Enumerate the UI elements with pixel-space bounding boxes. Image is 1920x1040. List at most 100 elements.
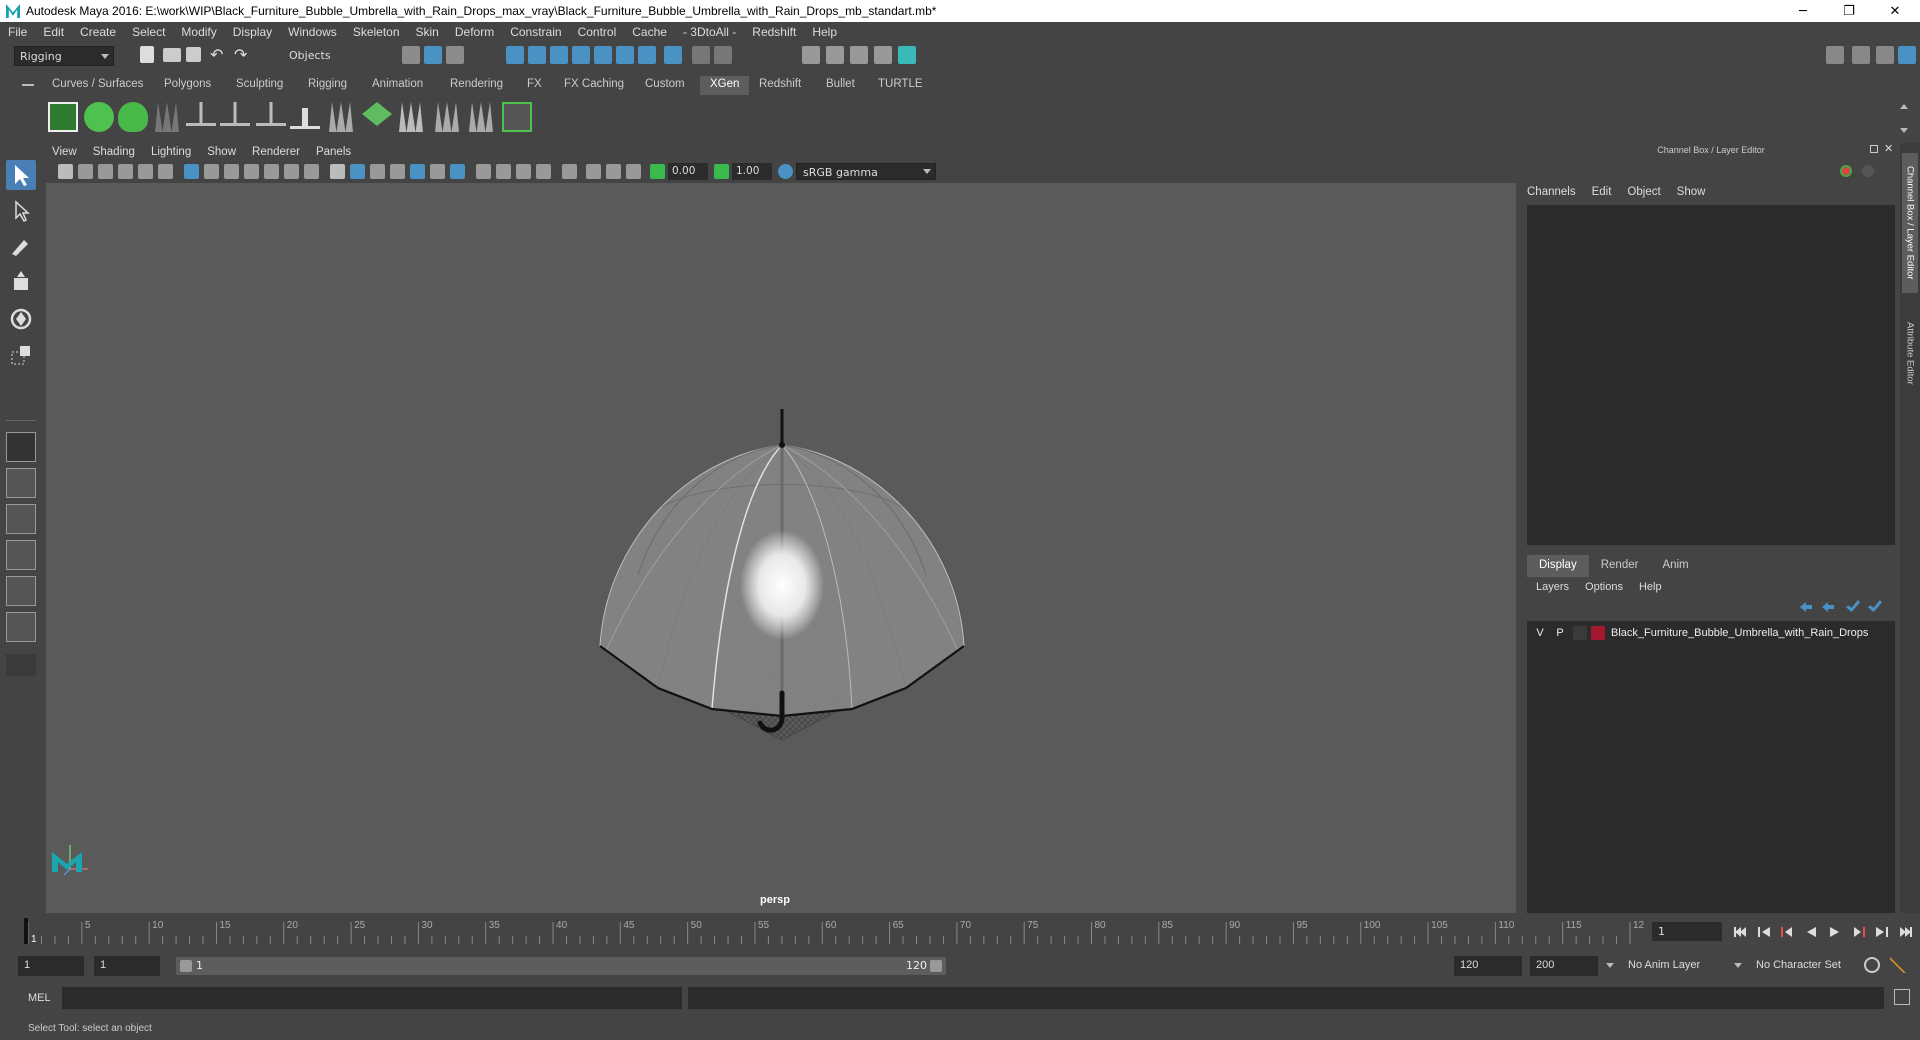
xgen-groom-icon[interactable] [155, 102, 179, 132]
layout-hypershade-icon[interactable] [6, 612, 36, 642]
tab-bullet[interactable]: Bullet [822, 76, 859, 95]
menu-deform[interactable]: Deform [447, 25, 502, 39]
select-hierarchy-icon[interactable] [402, 46, 420, 64]
layout-more-icon[interactable] [6, 654, 36, 676]
resolution-gate-icon[interactable] [224, 164, 239, 179]
color-space-dropdown[interactable]: sRGB gamma [796, 163, 936, 180]
shelf-scroll-up-icon[interactable] [1900, 104, 1908, 109]
ipr-render-icon[interactable] [850, 46, 868, 64]
menu-help[interactable]: Help [804, 25, 845, 39]
xray-components-icon[interactable] [606, 164, 621, 179]
go-to-start-icon[interactable] [1733, 926, 1746, 938]
attribute-editor-icon[interactable] [1876, 46, 1894, 64]
anim-layer-dropdown[interactable]: No Anim Layer [1622, 956, 1734, 976]
xgen-flip-guide-icon[interactable] [329, 102, 353, 132]
field-chart-icon[interactable] [264, 164, 279, 179]
tab-rigging[interactable]: Rigging [304, 76, 351, 95]
layer-name[interactable]: Black_Furniture_Bubble_Umbrella_with_Rai… [1611, 627, 1868, 639]
tab-curves-surfaces[interactable]: Curves / Surfaces [48, 76, 147, 95]
auto-key-icon[interactable] [1864, 957, 1880, 973]
rotate-tool-icon[interactable] [6, 304, 36, 334]
step-forward-key-icon[interactable] [1853, 926, 1865, 938]
menu-file[interactable]: File [0, 25, 35, 39]
render-view-icon[interactable] [874, 46, 892, 64]
range-start-handle[interactable] [180, 960, 192, 972]
menu-channel-edit[interactable]: Edit [1592, 186, 1612, 198]
save-scene-icon[interactable] [186, 47, 201, 62]
menu-cache[interactable]: Cache [624, 25, 675, 39]
color-management-icon[interactable] [778, 164, 793, 179]
chevron-down-icon[interactable] [1606, 963, 1614, 968]
tab-custom[interactable]: Custom [641, 76, 689, 95]
xgen-clump-icon[interactable] [435, 102, 459, 132]
camera-select-icon[interactable] [58, 164, 73, 179]
script-editor-icon[interactable] [1894, 989, 1910, 1005]
xgen-lock-guide-icon[interactable] [290, 108, 320, 129]
xgen-preview-icon[interactable] [502, 102, 532, 132]
step-back-key-icon[interactable] [1781, 926, 1793, 938]
lasso-tool-icon[interactable] [6, 196, 36, 226]
2d-pan-zoom-icon[interactable] [138, 164, 153, 179]
minimize-button[interactable]: ─ [1780, 0, 1826, 22]
viewport-menu-panels[interactable]: Panels [308, 146, 359, 158]
menu-layers[interactable]: Layers [1536, 581, 1569, 593]
snap-live-icon[interactable] [638, 46, 656, 64]
gamma-field[interactable]: 1.00 [732, 163, 772, 180]
restore-button[interactable]: ❐ [1826, 0, 1872, 22]
isolate-select-icon[interactable] [562, 164, 577, 179]
scale-tool-icon[interactable] [6, 340, 36, 370]
channel-options-icon[interactable] [1862, 165, 1874, 177]
shelf-menu-icon[interactable] [22, 84, 34, 86]
move-layer-down-icon[interactable] [1822, 602, 1834, 612]
xgen-noise-icon[interactable] [469, 102, 493, 132]
layer-row[interactable]: V P Black_Furniture_Bubble_Umbrella_with… [1527, 624, 1895, 642]
backface-culling-icon[interactable] [626, 164, 641, 179]
tab-rendering[interactable]: Rendering [446, 76, 507, 95]
menu-skeleton[interactable]: Skeleton [345, 25, 408, 39]
viewport-canvas[interactable]: persp [46, 183, 1516, 913]
menu-object[interactable]: Object [1627, 186, 1660, 198]
menu-channels[interactable]: Channels [1527, 186, 1576, 198]
paint-select-tool-icon[interactable] [6, 232, 36, 262]
snap-grid-icon[interactable] [506, 46, 524, 64]
safe-title-icon[interactable] [304, 164, 319, 179]
xgen-editor-icon[interactable] [48, 102, 78, 132]
tab-fx-caching[interactable]: FX Caching [560, 76, 628, 95]
menu-3dtoall[interactable]: - 3DtoAll - [675, 25, 744, 39]
play-forwards-icon[interactable] [1829, 926, 1841, 938]
smooth-shade-icon[interactable] [350, 164, 365, 179]
chevron-down-icon[interactable] [1734, 963, 1742, 968]
menu-display[interactable]: Display [225, 25, 280, 39]
viewport-menu-renderer[interactable]: Renderer [244, 146, 308, 158]
animation-start-field[interactable]: 1 [18, 956, 84, 976]
render-frame-icon[interactable] [826, 46, 844, 64]
film-gate-icon[interactable] [204, 164, 219, 179]
tab-animation[interactable]: Animation [368, 76, 427, 95]
layer-type-toggle[interactable] [1573, 626, 1587, 640]
time-slider[interactable]: 1 5 10 15 20 25 30 35 40 45 50 55 60 65 70 75 80 85 90 95 10… [24, 916, 1644, 946]
screen-space-ao-icon[interactable] [476, 164, 491, 179]
move-tool-icon[interactable] [6, 268, 36, 298]
tab-xgen[interactable]: XGen [700, 76, 750, 95]
tab-redshift[interactable]: Redshift [755, 76, 805, 95]
channel-box-icon[interactable] [1898, 46, 1916, 64]
xgen-add-guide-icon[interactable] [186, 102, 216, 126]
layout-outliner-icon[interactable] [6, 540, 36, 570]
current-frame-field[interactable]: 1 [1652, 922, 1722, 941]
character-set-dropdown[interactable]: No Character Set [1750, 956, 1862, 976]
select-component-icon[interactable] [446, 46, 464, 64]
float-panel-icon[interactable] [1870, 145, 1878, 153]
menuset-dropdown[interactable]: Rigging [14, 46, 114, 66]
playback-end-field[interactable]: 120 [1454, 956, 1522, 976]
lock-icon[interactable] [692, 46, 710, 64]
step-back-icon[interactable] [1757, 926, 1770, 938]
menu-constrain[interactable]: Constrain [502, 25, 569, 39]
select-tool-icon[interactable] [6, 160, 36, 190]
bookmark-icon[interactable] [98, 164, 113, 179]
tab-display-layers[interactable]: Display [1527, 555, 1589, 577]
safe-action-icon[interactable] [284, 164, 299, 179]
shadows-icon[interactable] [430, 164, 445, 179]
snap-vertex-icon[interactable] [616, 46, 634, 64]
grid-toggle-icon[interactable] [184, 164, 199, 179]
select-object-icon[interactable] [424, 46, 442, 64]
